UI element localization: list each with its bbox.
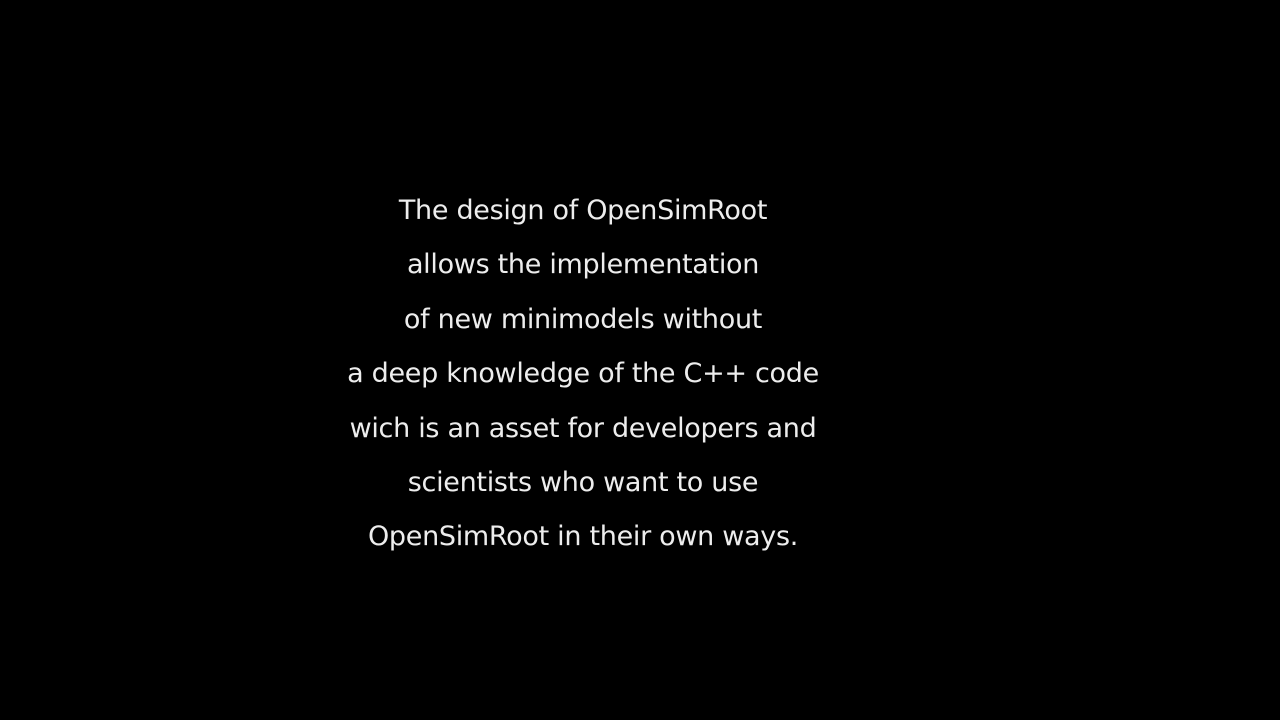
caption-line-7: OpenSimRoot in their own ways.	[367, 521, 799, 553]
caption-line-4: a deep knowledge of the C++ code	[347, 358, 819, 390]
caption-line-3: of new minimodels without	[403, 303, 763, 335]
caption-line-6: scientists who want to use	[407, 467, 759, 499]
caption-line-5: wich is an asset for developers and	[349, 412, 817, 444]
video-frame: The design of OpenSimRoot allows the imp…	[0, 0, 1280, 720]
caption-text-block: The design of OpenSimRoot allows the imp…	[330, 184, 836, 565]
caption-line-1: The design of OpenSimRoot	[398, 195, 768, 226]
caption-line-2: allows the implementation	[406, 249, 760, 281]
